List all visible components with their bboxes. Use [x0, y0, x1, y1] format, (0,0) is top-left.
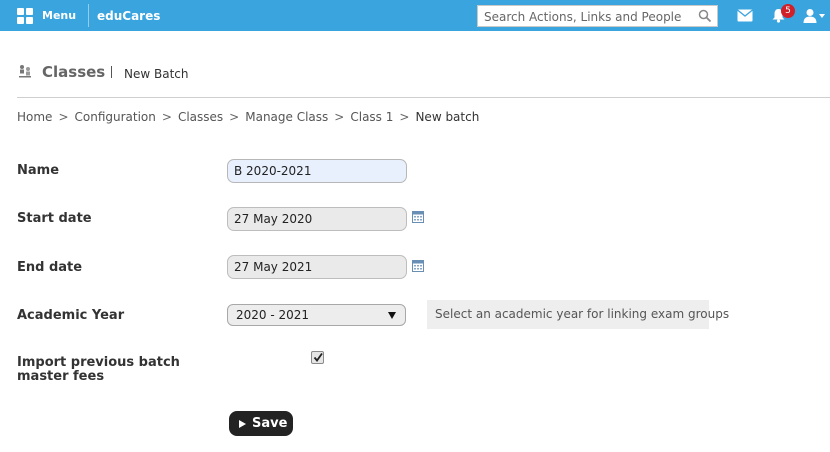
breadcrumb: Home > Configuration > Classes > Manage Class >…: [17, 110, 479, 124]
name-input[interactable]: B 2020-2021: [227, 159, 407, 183]
breadcrumb-item-class-1[interactable]: Class 1: [350, 110, 393, 124]
search-icon[interactable]: [698, 9, 712, 23]
topbar-divider: [88, 4, 89, 27]
breadcrumb-separator: >: [58, 110, 69, 124]
breadcrumb-separator: >: [229, 110, 240, 124]
calendar-icon[interactable]: [412, 260, 424, 272]
breadcrumb-item-manage-class[interactable]: Manage Class: [245, 110, 328, 124]
academic-year-hint: Select an academic year for linking exam…: [427, 300, 729, 329]
save-button-label: Save: [252, 416, 288, 431]
menu-button[interactable]: Menu: [17, 0, 89, 31]
brand-link[interactable]: eduCares: [97, 9, 160, 23]
page-title: Classes: [42, 63, 106, 81]
checkmark-icon: [313, 352, 323, 362]
mail-icon[interactable]: [737, 9, 753, 22]
save-button[interactable]: Save: [229, 411, 293, 436]
play-arrow-icon: [239, 419, 246, 428]
dropdown-arrow-icon: [388, 312, 396, 319]
classes-icon: [19, 65, 31, 78]
breadcrumb-separator: >: [334, 110, 345, 124]
breadcrumb-separator: >: [161, 110, 172, 124]
breadcrumb-separator: >: [399, 110, 410, 124]
page-subtitle: New Batch: [124, 67, 189, 81]
notification-count-badge: 5: [781, 4, 795, 18]
end-date-label: End date: [17, 260, 83, 275]
academic-year-select[interactable]: 2020 - 2021: [227, 304, 406, 326]
calendar-icon[interactable]: [412, 211, 424, 223]
name-label: Name: [17, 163, 60, 178]
header-divider: [17, 97, 830, 98]
breadcrumb-item-configuration[interactable]: Configuration: [75, 110, 156, 124]
breadcrumb-item-home[interactable]: Home: [17, 110, 52, 124]
user-menu-caret-icon[interactable]: [819, 14, 825, 18]
breadcrumb-current: New batch: [415, 110, 480, 124]
academic-year-label: Academic Year: [17, 308, 125, 323]
end-date-input[interactable]: 27 May 2021: [227, 255, 407, 279]
user-avatar-icon[interactable]: [803, 8, 817, 23]
search-box[interactable]: [477, 5, 718, 27]
top-navigation-bar: Menu eduCares 5: [0, 0, 830, 31]
start-date-input[interactable]: 27 May 2020: [227, 207, 407, 231]
menu-grid-icon: [17, 7, 33, 24]
search-input[interactable]: [478, 7, 688, 27]
import-fees-label: Import previous batch master fees: [17, 355, 180, 384]
import-fees-checkbox[interactable]: [311, 351, 324, 364]
start-date-label: Start date: [17, 211, 92, 226]
menu-label: Menu: [42, 9, 77, 22]
academic-year-selected: 2020 - 2021: [236, 308, 310, 322]
breadcrumb-item-classes[interactable]: Classes: [178, 110, 223, 124]
title-divider: [111, 66, 112, 78]
